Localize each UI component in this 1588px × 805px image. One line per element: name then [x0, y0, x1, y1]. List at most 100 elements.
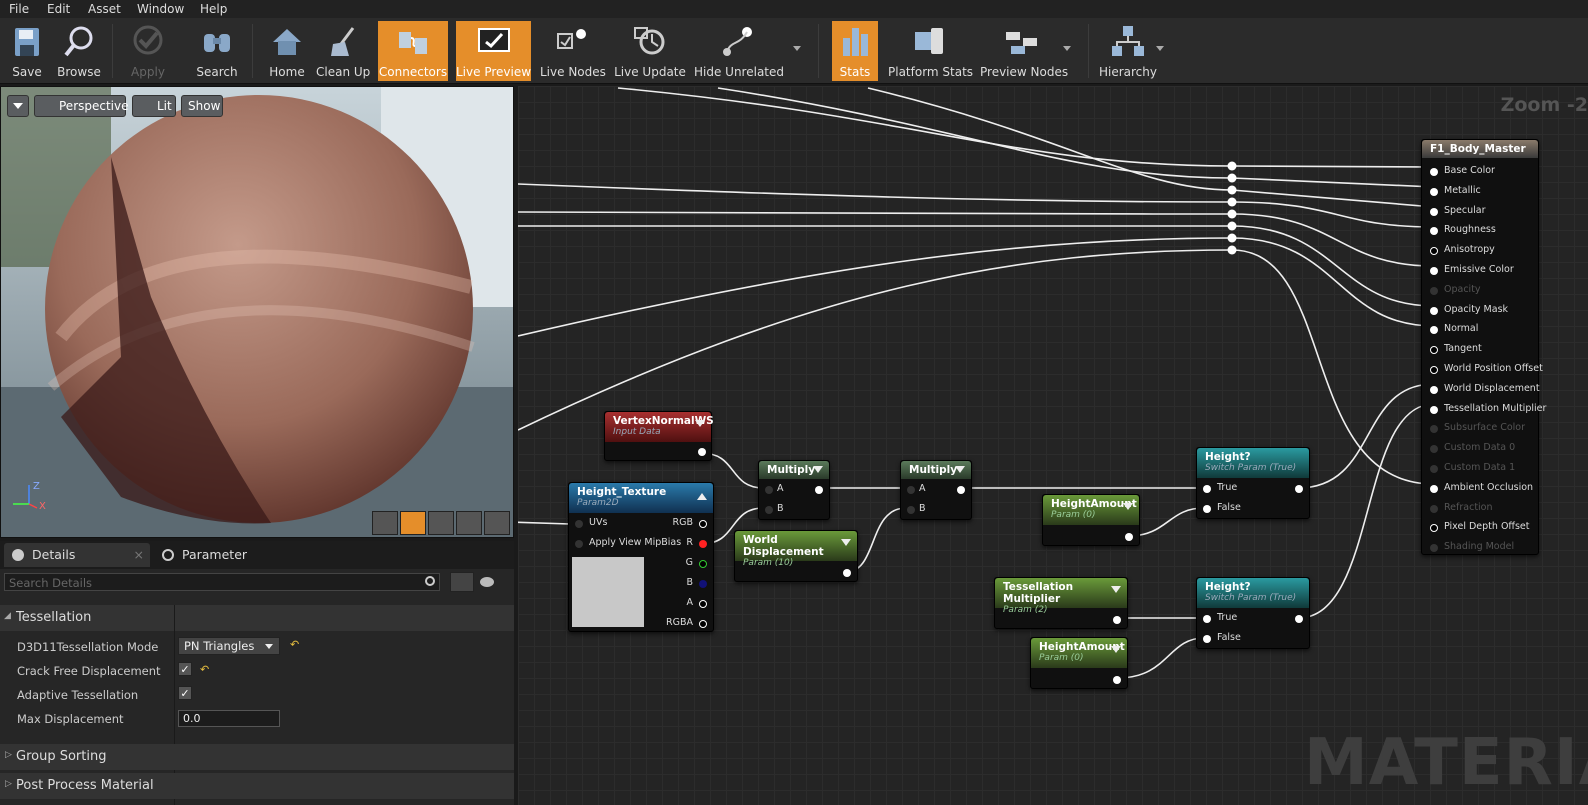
search-details-input[interactable]: Search Details	[4, 573, 440, 591]
lit-button[interactable]: Lit	[132, 95, 176, 117]
browse-button[interactable]: Browse	[54, 21, 104, 81]
true-input-pin[interactable]	[1203, 615, 1211, 623]
menu-asset[interactable]: Asset	[88, 2, 121, 16]
clean-up-button[interactable]: Clean Up	[316, 21, 370, 81]
node-height-amount-1[interactable]: HeightAmount Param (0)	[1042, 494, 1140, 546]
plane-preview-button[interactable]	[428, 511, 454, 535]
result-input-pin[interactable]	[1430, 207, 1438, 216]
preview-nodes-dropdown-icon[interactable]	[1063, 46, 1071, 51]
close-tab-icon[interactable]: ×	[134, 543, 144, 567]
chevron-down-icon[interactable]	[1123, 503, 1133, 510]
platform-stats-button[interactable]: Platform Stats	[888, 21, 973, 81]
result-input-pin[interactable]	[1430, 504, 1438, 513]
result-input-pin[interactable]	[1430, 544, 1438, 553]
live-preview-button[interactable]: Live Preview	[456, 21, 531, 81]
switch-output-pin[interactable]	[1295, 485, 1303, 493]
chevron-up-icon[interactable]	[697, 493, 707, 500]
category-tessellation[interactable]: ◢ Tessellation	[0, 605, 514, 631]
output-pin[interactable]	[1113, 616, 1121, 624]
crack-free-checkbox[interactable]: ✓	[178, 662, 192, 676]
result-input-pin[interactable]	[1430, 346, 1438, 355]
custom-mesh-preview-button[interactable]	[484, 511, 510, 535]
output-pin[interactable]	[1113, 676, 1121, 684]
menu-file[interactable]: File	[9, 2, 29, 16]
output-pin[interactable]	[698, 448, 706, 456]
result-input-pin[interactable]	[1430, 227, 1438, 236]
g-output-pin[interactable]	[699, 560, 707, 568]
output-pin[interactable]	[843, 569, 851, 577]
reset-to-default-icon[interactable]: ↶	[200, 663, 209, 676]
uvs-input-pin[interactable]	[575, 520, 583, 528]
result-input-pin[interactable]	[1430, 326, 1438, 335]
r-output-pin[interactable]	[699, 540, 707, 548]
sphere-preview-button[interactable]	[400, 511, 426, 535]
node-tessellation-multiplier-param[interactable]: Tessellation Multiplier Param (2)	[994, 577, 1128, 629]
result-input-pin[interactable]	[1430, 425, 1438, 434]
connectors-button[interactable]: Connectors	[378, 21, 448, 81]
multiply-b-pin[interactable]	[907, 506, 915, 514]
result-input-pin[interactable]	[1430, 187, 1438, 196]
hide-unrelated-dropdown-icon[interactable]	[793, 46, 801, 51]
menu-help[interactable]: Help	[200, 2, 227, 16]
chevron-down-icon[interactable]	[841, 539, 851, 546]
perspective-button[interactable]: Perspective	[34, 95, 129, 117]
multiply-a-pin[interactable]	[765, 486, 773, 494]
material-preview-viewport[interactable]: Perspective Lit Show Z X	[0, 86, 514, 538]
b-output-pin[interactable]	[699, 580, 707, 588]
preview-nodes-button[interactable]: Preview Nodes	[980, 21, 1068, 81]
multiply-a-pin[interactable]	[907, 486, 915, 494]
node-height-amount-2[interactable]: HeightAmount Param (0)	[1030, 637, 1128, 689]
hide-unrelated-button[interactable]: Hide Unrelated	[694, 21, 784, 81]
result-input-pin[interactable]	[1430, 484, 1438, 493]
eye-visibility-icon[interactable]	[480, 577, 494, 587]
adaptive-tessellation-checkbox[interactable]: ✓	[178, 686, 192, 700]
node-height-switch-1[interactable]: Height? Switch Param (True) True False	[1196, 447, 1310, 519]
stats-button[interactable]: Stats	[832, 21, 878, 81]
result-input-pin[interactable]	[1430, 405, 1438, 414]
chevron-down-icon[interactable]	[1111, 586, 1121, 593]
mipbias-input-pin[interactable]	[575, 540, 583, 548]
result-node-f1-body-master[interactable]: F1_Body_Master Base Color Metallic Specula…	[1421, 139, 1546, 555]
menu-edit[interactable]: Edit	[47, 2, 70, 16]
live-nodes-button[interactable]: Live Nodes	[540, 21, 606, 81]
multiply-output-pin[interactable]	[957, 486, 965, 494]
menu-window[interactable]: Window	[137, 2, 184, 16]
viewport-options-dropdown[interactable]	[7, 95, 29, 117]
multiply-b-pin[interactable]	[765, 506, 773, 514]
apply-button[interactable]: Apply	[122, 21, 174, 81]
false-input-pin[interactable]	[1203, 635, 1211, 643]
view-options-list-icon[interactable]	[450, 572, 474, 592]
show-button[interactable]: Show	[181, 95, 223, 117]
result-input-pin[interactable]	[1430, 445, 1438, 454]
cube-preview-button[interactable]	[456, 511, 482, 535]
true-input-pin[interactable]	[1203, 485, 1211, 493]
category-group-sorting[interactable]: ▷ Group Sorting	[0, 744, 514, 770]
node-world-displacement-param[interactable]: World Displacement Param (10)	[734, 530, 858, 582]
false-input-pin[interactable]	[1203, 505, 1211, 513]
chevron-down-icon[interactable]	[813, 466, 823, 473]
search-button[interactable]: Search	[190, 21, 244, 81]
result-input-pin[interactable]	[1430, 267, 1438, 275]
tessellation-mode-dropdown[interactable]: PN Triangles	[178, 637, 280, 655]
node-height-texture[interactable]: Height_Texture Param2D UVs Apply View Mip…	[568, 482, 714, 632]
switch-output-pin[interactable]	[1295, 615, 1303, 623]
material-graph-canvas[interactable]: Zoom -2 MATERIAL F1_Body_Master Base Col…	[518, 86, 1588, 805]
node-multiply-1[interactable]: Multiply A B	[758, 460, 830, 520]
output-pin[interactable]	[1125, 533, 1133, 541]
reset-to-default-icon[interactable]: ↶	[290, 638, 299, 651]
result-input-pin[interactable]	[1430, 385, 1438, 394]
result-input-pin[interactable]	[1430, 168, 1438, 176]
chevron-down-icon[interactable]	[955, 466, 965, 473]
result-input-pin[interactable]	[1430, 366, 1438, 374]
result-input-pin[interactable]	[1430, 286, 1438, 295]
node-multiply-2[interactable]: Multiply A B	[900, 460, 972, 520]
chevron-down-icon[interactable]	[1111, 646, 1121, 653]
multiply-output-pin[interactable]	[815, 486, 823, 494]
save-button[interactable]: Save	[4, 21, 50, 81]
rgb-output-pin[interactable]	[699, 520, 707, 528]
a-output-pin[interactable]	[699, 600, 707, 608]
rgba-output-pin[interactable]	[699, 620, 707, 628]
max-displacement-input[interactable]: 0.0	[178, 710, 280, 727]
tab-parameter-defaults[interactable]: Parameter Defaults	[154, 543, 300, 586]
hierarchy-dropdown-icon[interactable]	[1156, 46, 1164, 51]
